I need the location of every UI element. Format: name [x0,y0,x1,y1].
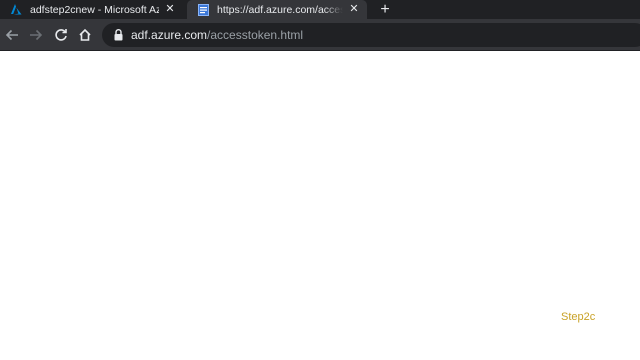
step-label: Step2c [561,311,596,323]
lock-icon[interactable] [112,28,124,42]
address-bar[interactable]: adf.azure.com/accesstoken.html [102,23,640,47]
browser-toolbar: adf.azure.com/accesstoken.html [0,19,640,51]
close-icon[interactable]: ✕ [347,3,361,17]
tab-azure-portal[interactable]: adfstep2cnew - Microsoft Azure ✕ [0,0,183,19]
tab-title: adfstep2cnew - Microsoft Azure [30,3,159,16]
azure-logo-icon [10,4,22,16]
back-arrow-icon[interactable] [3,26,21,44]
close-icon[interactable]: ✕ [163,3,177,17]
url-host: adf.azure.com [131,28,208,42]
forward-arrow-icon[interactable] [27,26,45,44]
url-text: adf.azure.com/accesstoken.html [131,28,303,42]
tab-access-token[interactable]: https://adf.azure.com/accesstoken.html ✕ [187,0,367,19]
plus-icon[interactable]: + [376,1,394,18]
url-path: /accesstoken.html [207,28,304,42]
home-icon[interactable] [76,26,94,44]
reload-icon[interactable] [52,26,70,44]
tab-title: https://adf.azure.com/accesstoken.html [217,3,343,16]
document-icon [197,3,209,16]
tab-strip: adfstep2cnew - Microsoft Azure ✕ https:/… [0,0,640,19]
